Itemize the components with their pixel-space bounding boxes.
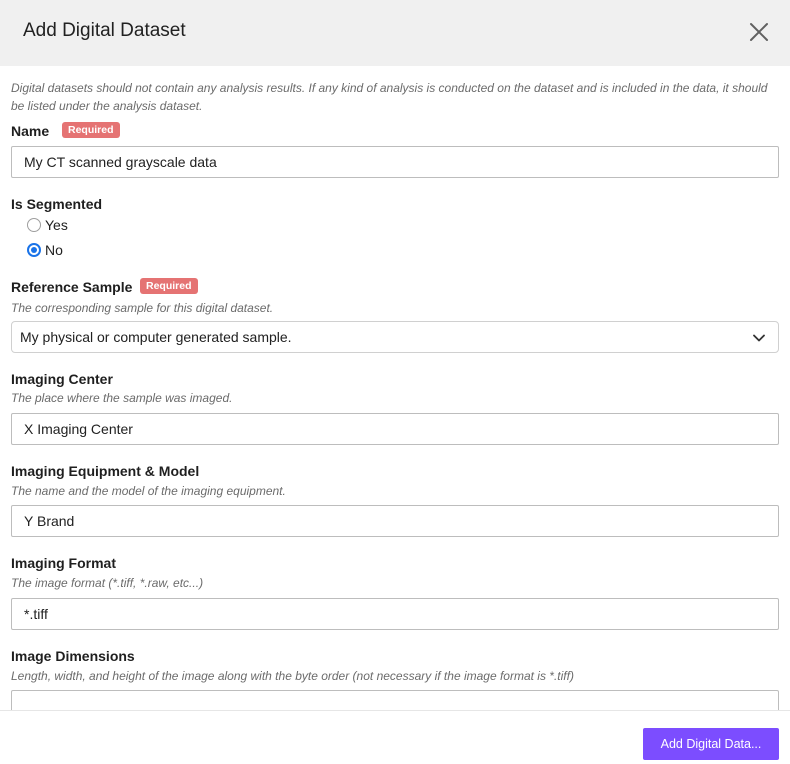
imaging-center-helper: The place where the sample was imaged. <box>11 391 233 405</box>
image-dimensions-input[interactable] <box>11 690 779 710</box>
reference-sample-required-badge: Required <box>140 278 198 294</box>
imaging-center-label: Imaging Center <box>11 371 113 387</box>
imaging-format-label: Imaging Format <box>11 555 117 571</box>
is-segmented-no-label: No <box>45 242 63 258</box>
reference-sample-selected-value: My physical or computer generated sample… <box>20 329 292 345</box>
chevron-down-icon <box>753 334 765 342</box>
imaging-format-helper: The image format (*.tiff, *.raw, etc...) <box>11 576 204 590</box>
imaging-center-input[interactable]: X Imaging Center <box>11 413 779 445</box>
close-icon <box>750 23 768 41</box>
dialog-title: Add Digital Dataset <box>23 20 186 41</box>
is-segmented-yes-option[interactable]: Yes <box>27 216 68 234</box>
name-label: Name <box>11 123 50 139</box>
is-segmented-yes-label: Yes <box>45 217 68 233</box>
reference-sample-select[interactable]: My physical or computer generated sample… <box>11 321 779 353</box>
imaging-format-input[interactable]: *.tiff <box>11 598 779 630</box>
add-digital-dataset-dialog: Add Digital Dataset Digital datasets sho… <box>0 0 790 764</box>
reference-sample-helper: The corresponding sample for this digita… <box>11 301 274 315</box>
add-digital-dataset-button[interactable]: Add Digital Data... <box>643 728 779 760</box>
imaging-equipment-label: Imaging Equipment & Model <box>11 463 200 479</box>
image-dimensions-label: Image Dimensions <box>11 648 135 664</box>
imaging-equipment-helper: The name and the model of the imaging eq… <box>11 484 286 498</box>
is-segmented-label: Is Segmented <box>11 196 103 212</box>
reference-sample-label: Reference Sample <box>11 279 133 295</box>
dialog-header: Add Digital Dataset <box>0 0 790 66</box>
is-segmented-no-option[interactable]: No <box>27 241 63 259</box>
name-input[interactable]: My CT scanned grayscale data <box>11 146 779 178</box>
image-dimensions-helper: Length, width, and height of the image a… <box>11 669 574 683</box>
is-segmented-no-radio[interactable] <box>27 243 41 257</box>
is-segmented-yes-radio[interactable] <box>27 218 41 232</box>
dialog-body: Digital datasets should not contain any … <box>0 66 790 710</box>
name-required-badge: Required <box>62 122 120 138</box>
close-button[interactable] <box>746 19 772 45</box>
dialog-footer: Add Digital Data... <box>0 710 790 764</box>
dialog-intro: Digital datasets should not contain any … <box>11 81 768 113</box>
imaging-equipment-input[interactable]: Y Brand <box>11 505 779 537</box>
